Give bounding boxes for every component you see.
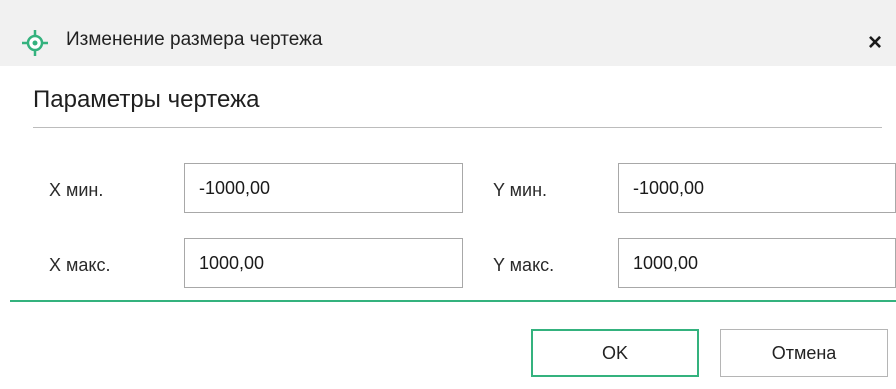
x-max-input[interactable] [184,238,463,288]
ok-button-label: OK [601,342,628,363]
close-button[interactable]: × [860,28,890,58]
footer-divider [10,300,896,302]
x-max-label: X макс. [49,255,111,275]
y-min-input[interactable] [618,163,896,213]
ok-button[interactable]: OK [531,329,699,377]
section-divider [33,127,882,128]
y-max-input[interactable] [618,238,896,288]
x-min-input[interactable] [184,163,463,213]
cancel-button[interactable]: Отмена [720,329,888,377]
title-bar: Изменение размера чертежа × [0,0,896,66]
cancel-button-label: Отмена [771,342,837,363]
section-title: Параметры чертежа [33,86,260,113]
close-icon: × [867,29,882,56]
crosshair-target-icon [22,30,48,56]
y-max-label: Y макс. [493,255,555,275]
resize-drawing-dialog: Изменение размера чертежа × Параметры че… [0,0,896,389]
window-title: Изменение размера чертежа [66,29,323,50]
y-min-label: Y мин. [493,180,548,200]
x-min-label: X мин. [49,180,104,200]
